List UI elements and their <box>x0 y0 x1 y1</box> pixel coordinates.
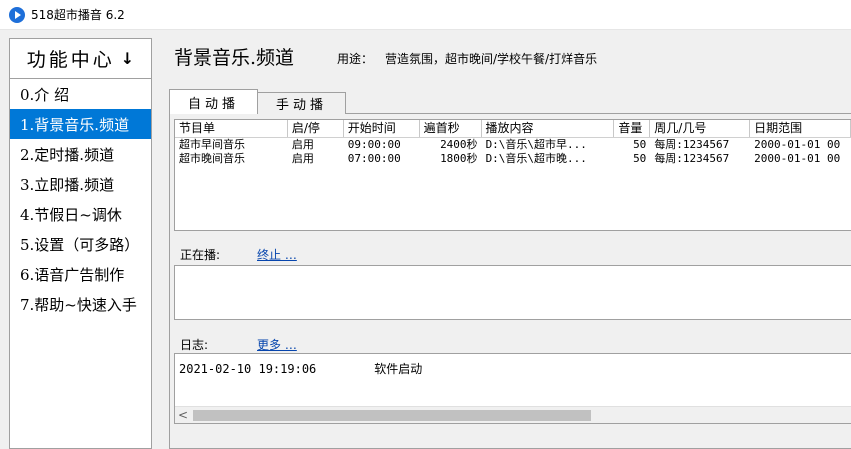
cell-duration: 2400秒 <box>440 138 478 151</box>
usage-label: 用途： <box>337 52 374 66</box>
col-header-start-time[interactable]: 开始时间 <box>344 120 420 137</box>
tab-auto-play[interactable]: 自动播 <box>169 89 259 114</box>
col-header-volume[interactable]: 音量 <box>614 120 651 137</box>
now-playing-label: 正在播: <box>180 248 221 262</box>
window-title: 518超市播音 6.2 <box>31 8 125 22</box>
tab-manual-play[interactable]: 手动播 <box>257 92 347 114</box>
sidebar-item-instant[interactable]: 3.立即播.频道 <box>10 169 151 199</box>
col-header-duration[interactable]: 遍首秒 <box>420 120 482 137</box>
mode-tabs: 自动播 手动播 <box>169 89 347 114</box>
page-title: 背景音乐.频道 <box>174 47 295 69</box>
sidebar-item-background-music[interactable]: 1.背景音乐.频道 <box>10 109 151 139</box>
log-entry: 2021-02-10 19:19:06 软件启动 <box>179 360 422 377</box>
sidebar-item-voice-ads[interactable]: 6.语音广告制作 <box>10 259 151 289</box>
sidebar-item-holidays[interactable]: 4.节假日~调休 <box>10 199 151 229</box>
cell-date-range: 2000-01-01 00 <box>754 138 841 151</box>
sidebar-item-help[interactable]: 7.帮助~快速入手 <box>10 289 151 319</box>
cell-date-range: 2000-01-01 00 <box>754 152 841 165</box>
col-header-status[interactable]: 启/停 <box>288 120 344 137</box>
cell-weekday: 每周:1234567 <box>654 138 730 151</box>
cell-start-time: 09:00:00 <box>347 138 401 151</box>
col-header-weekday[interactable]: 周几/几号 <box>650 120 751 137</box>
col-header-content[interactable]: 播放内容 <box>482 120 615 137</box>
more-log-link[interactable]: 更多 … <box>257 336 297 353</box>
log-label: 日志: <box>180 338 209 352</box>
arrow-down-icon: ↓ <box>120 49 135 68</box>
cell-volume: 50 <box>633 138 647 151</box>
title-bar: 518超市播音 6.2 <box>0 0 851 30</box>
cell-start-time: 07:00:00 <box>347 152 401 165</box>
sidebar-header-label: 功能中心 <box>26 49 115 71</box>
cell-duration: 1800秒 <box>440 152 478 165</box>
table-header: 节目单 启/停 开始时间 遍首秒 播放内容 音量 周几/几号 日期范围 <box>175 120 851 138</box>
log-entry-message: 软件启动 <box>374 362 423 376</box>
usage-text: 营造氛围，超市晚间/学校午餐/打烊音乐 <box>385 52 598 66</box>
app-play-icon <box>9 6 25 23</box>
col-header-date-range[interactable]: 日期范围 <box>750 120 851 137</box>
table-row[interactable]: 超市早间音乐 启用 09:00:00 2400秒 D:\音乐\超市早... 50… <box>175 138 851 152</box>
log-entry-time: 2021-02-10 19:19:06 <box>179 362 317 376</box>
cell-volume: 50 <box>633 152 647 165</box>
scroll-left-icon[interactable]: < <box>178 408 188 422</box>
cell-weekday: 每周:1234567 <box>654 152 730 165</box>
stop-link[interactable]: 终止 … <box>257 246 297 263</box>
sidebar-item-scheduled[interactable]: 2.定时播.频道 <box>10 139 151 169</box>
sidebar-item-intro[interactable]: 0.介 绍 <box>10 79 151 109</box>
now-playing-box <box>174 265 851 320</box>
sidebar-item-settings[interactable]: 5.设置（可多路） <box>10 229 151 259</box>
cell-content: D:\音乐\超市早... <box>485 138 587 151</box>
program-table[interactable]: 节目单 启/停 开始时间 遍首秒 播放内容 音量 周几/几号 日期范围 超市早间… <box>174 119 851 231</box>
log-box: 2021-02-10 19:19:06 软件启动 < <box>174 353 851 424</box>
sidebar-header[interactable]: 功能中心 ↓ <box>10 39 151 79</box>
cell-content: D:\音乐\超市晚... <box>485 152 587 165</box>
cell-status: 启用 <box>291 138 314 151</box>
col-header-program[interactable]: 节目单 <box>175 120 288 137</box>
scrollbar-thumb[interactable] <box>193 410 591 421</box>
table-row[interactable]: 超市晚间音乐 启用 07:00:00 1800秒 D:\音乐\超市晚... 50… <box>175 152 851 166</box>
cell-status: 启用 <box>291 152 314 165</box>
log-horizontal-scrollbar[interactable]: < <box>175 406 851 423</box>
cell-program: 超市晚间音乐 <box>179 152 245 165</box>
cell-program: 超市早间音乐 <box>179 138 245 151</box>
function-center-sidebar: 功能中心 ↓ 0.介 绍 1.背景音乐.频道 2.定时播.频道 3.立即播.频道… <box>9 38 152 449</box>
